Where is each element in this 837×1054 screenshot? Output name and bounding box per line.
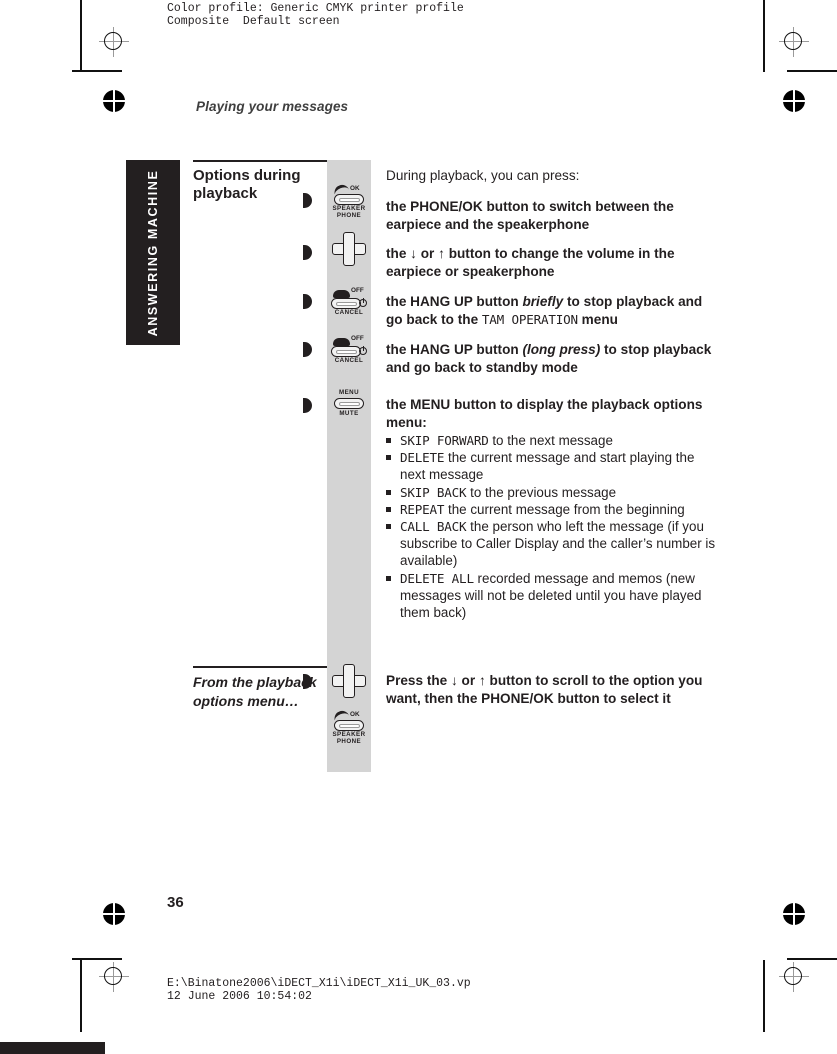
row-text-hangup-long: the HANG UP button (long press) to stop … bbox=[386, 342, 712, 375]
row-marker-icon bbox=[303, 342, 312, 357]
key-caption: CANCEL bbox=[334, 357, 364, 364]
key-caption: MUTE bbox=[339, 410, 359, 417]
list-item: SKIP FORWARD to the next message bbox=[386, 432, 722, 449]
row-marker-icon bbox=[303, 398, 312, 413]
key-pill-icon bbox=[331, 298, 361, 309]
color-profile-line-1: Color profile: Generic CMYK printer prof… bbox=[167, 2, 464, 15]
content-top-rule bbox=[193, 160, 327, 162]
row-text-hangup-brief: the HANG UP button briefly to stop playb… bbox=[386, 294, 703, 327]
trim-line-top-right bbox=[787, 70, 837, 72]
list-item: DELETE ALL recorded message and memos (n… bbox=[386, 570, 722, 622]
trim-line-bottom-left bbox=[72, 958, 122, 960]
bottom-section-rule bbox=[193, 666, 327, 668]
handset-icon: OK bbox=[332, 182, 365, 200]
row-text-menu: the MENU button to display the playback … bbox=[386, 397, 703, 430]
list-item: REPEAT the current message from the begi… bbox=[386, 501, 722, 518]
handset-icon: OK bbox=[332, 708, 365, 726]
plus-icon bbox=[332, 664, 366, 698]
list-item: CALL BACK the person who left the messag… bbox=[386, 518, 722, 570]
trim-line-top-left bbox=[72, 70, 122, 72]
key-caption: CANCEL bbox=[334, 309, 364, 316]
page-number: 36 bbox=[167, 894, 184, 911]
registration-black-bar bbox=[0, 1042, 105, 1054]
handset-down-icon: OFF bbox=[333, 335, 365, 346]
row-marker-icon bbox=[303, 245, 312, 260]
key-caption: SPEAKER PHONE bbox=[332, 731, 366, 745]
footer-timestamp: 12 June 2006 10:54:02 bbox=[167, 990, 312, 1003]
registration-mark-bottom-right bbox=[779, 962, 809, 992]
row-text-volume: the ↓ or ↑ button to change the volume i… bbox=[386, 246, 675, 279]
section-intro-text: During playback, you can press: bbox=[386, 168, 580, 183]
navigation-plus-key[interactable] bbox=[327, 664, 371, 698]
row-text-phone-ok: the PHONE/OK button to switch between th… bbox=[386, 199, 674, 232]
trim-line-right bbox=[763, 0, 765, 72]
playback-options-list: SKIP FORWARD to the next message DELETE t… bbox=[386, 432, 722, 621]
section-marker-icon bbox=[303, 674, 312, 689]
power-icon bbox=[359, 346, 367, 355]
registration-bullseye-bottom-left bbox=[102, 902, 126, 926]
menu-mute-key[interactable]: MENU MUTE bbox=[327, 389, 371, 417]
phone-ok-speakerphone-key[interactable]: OK SPEAKER PHONE bbox=[327, 182, 371, 219]
key-caption-top: MENU bbox=[338, 389, 360, 396]
square-bullet-icon bbox=[386, 438, 391, 443]
key-pill-icon bbox=[331, 346, 361, 357]
footer-file-path: E:\Binatone2006\iDECT_X1i\iDECT_X1i_UK_0… bbox=[167, 977, 471, 990]
square-bullet-icon bbox=[386, 575, 391, 581]
trim-line-bottom-right bbox=[787, 958, 837, 960]
plus-icon bbox=[332, 232, 366, 266]
navigation-plus-key[interactable] bbox=[327, 232, 371, 266]
key-pill-icon bbox=[334, 398, 364, 409]
key-pill-icon bbox=[334, 720, 364, 731]
list-item: SKIP BACK to the previous message bbox=[386, 484, 722, 501]
trim-line-left-bottom bbox=[80, 960, 82, 1032]
registration-mark-top-left bbox=[99, 27, 129, 57]
key-pill-icon bbox=[334, 194, 364, 205]
registration-mark-bottom-left bbox=[99, 962, 129, 992]
registration-mark-top-right bbox=[779, 27, 809, 57]
registration-bullseye-top-right bbox=[782, 89, 806, 113]
key-caption: SPEAKER PHONE bbox=[332, 205, 366, 219]
running-head: Playing your messages bbox=[196, 99, 349, 114]
registration-bullseye-bottom-right bbox=[782, 902, 806, 926]
power-icon bbox=[359, 298, 367, 307]
hang-up-off-cancel-key[interactable]: OFF CANCEL bbox=[327, 335, 371, 364]
section-2-text: Press the ↓ or ↑ button to scroll to the… bbox=[386, 673, 703, 706]
registration-bullseye-top-left bbox=[102, 89, 126, 113]
square-bullet-icon bbox=[386, 506, 391, 512]
section-tab-answering-machine: ANSWERING MACHINE bbox=[126, 160, 180, 345]
handset-down-icon: OFF bbox=[333, 287, 365, 298]
hang-up-off-cancel-key[interactable]: OFF CANCEL bbox=[327, 287, 371, 316]
section-tab-label: ANSWERING MACHINE bbox=[146, 169, 160, 336]
square-bullet-icon bbox=[386, 524, 391, 530]
trim-line-right-bottom bbox=[763, 960, 765, 1032]
color-profile-line-2: Composite Default screen bbox=[167, 15, 340, 28]
row-marker-icon bbox=[303, 294, 312, 309]
section-marker-icon bbox=[303, 193, 312, 208]
square-bullet-icon bbox=[386, 455, 391, 461]
square-bullet-icon bbox=[386, 489, 391, 495]
trim-line-left bbox=[80, 0, 82, 72]
phone-ok-speakerphone-key[interactable]: OK SPEAKER PHONE bbox=[327, 708, 371, 745]
list-item: DELETE the current message and start pla… bbox=[386, 449, 722, 483]
